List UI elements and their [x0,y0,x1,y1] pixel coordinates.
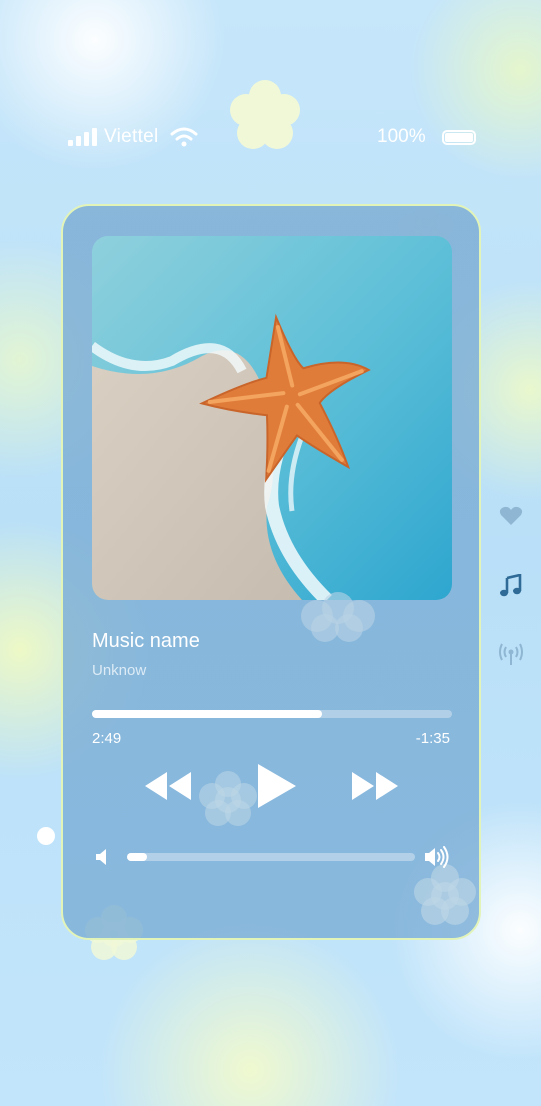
rewind-icon[interactable] [143,770,193,802]
speaker-high-icon[interactable] [424,846,450,868]
fast-forward-icon[interactable] [350,770,400,802]
broadcast-icon[interactable] [499,642,523,666]
music-player-card: Music name Unknow 2:49 -1:35 [61,204,481,940]
music-note-icon[interactable] [499,574,523,598]
battery-full-icon [442,130,476,145]
flower-decoration [414,864,476,925]
elapsed-time: 2:49 [92,730,122,747]
status-bar: Viettel 100% [0,124,541,150]
heart-icon[interactable] [499,506,523,526]
battery-percentage: 100% [377,126,426,147]
carrier-name: Viettel [104,126,159,147]
volume-fill [127,853,148,861]
flower-decoration [199,771,257,826]
flower-decoration [301,592,375,642]
play-icon[interactable] [256,762,298,810]
volume-slider[interactable] [127,853,415,861]
remaining-time: -1:35 [415,730,450,747]
wifi-icon [170,127,198,147]
progress-slider[interactable] [92,710,452,718]
song-title: Music name [92,630,200,652]
artist-name: Unknow [92,662,147,679]
speaker-low-icon[interactable] [95,848,109,866]
starfish-beach-image [92,236,452,600]
flower-decoration [37,827,55,845]
signal-bars-icon [68,128,98,146]
album-artwork [92,236,452,600]
progress-fill [92,710,323,718]
